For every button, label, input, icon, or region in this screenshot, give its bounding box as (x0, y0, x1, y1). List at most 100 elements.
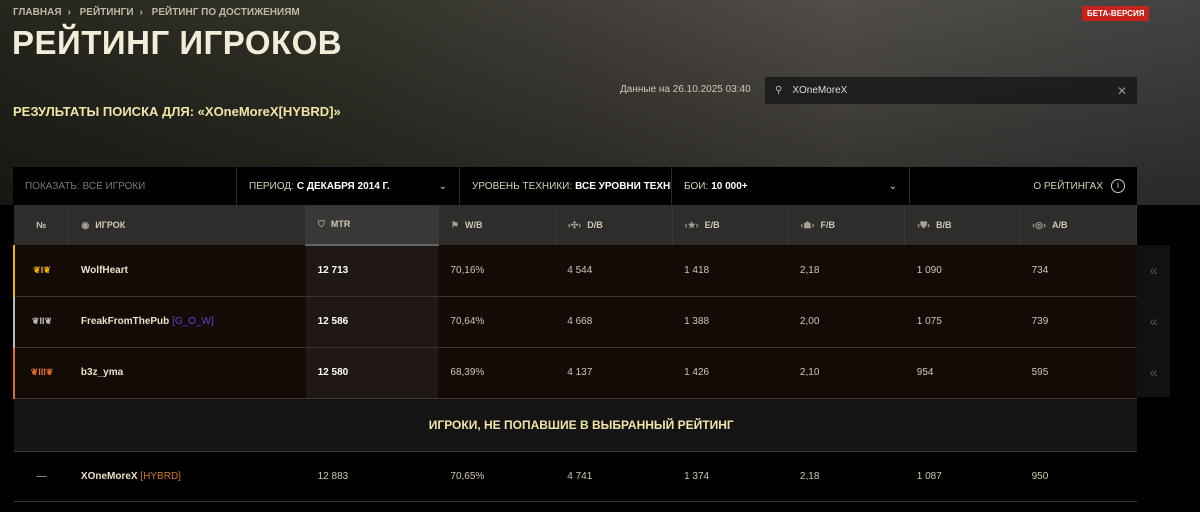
search-input[interactable]: ⚲ XOneMoreX ✕ (765, 77, 1137, 104)
col-fb[interactable]: ‹☗› F/B (787, 205, 906, 245)
col-label: MTR (330, 219, 351, 229)
col-db[interactable]: ‹✣› D/B (555, 205, 673, 245)
user-icon: ◉ (81, 219, 90, 230)
search-value[interactable]: XOneMoreX (792, 85, 847, 96)
crumb-achievements[interactable]: РЕЙТИНГ ПО ДОСТИЖЕНИЯМ (152, 7, 300, 18)
fb-cell: 2,18 (787, 451, 905, 502)
clear-icon[interactable]: ✕ (1117, 84, 1127, 98)
db-cell: 4 741 (555, 451, 673, 502)
fb-cell: 2,10 (787, 347, 905, 399)
ab-cell: 734 (1019, 245, 1137, 297)
col-eb[interactable]: ‹★› E/B (672, 205, 789, 245)
bb-cell: 1 090 (904, 245, 1020, 297)
tier-label: УРОВЕНЬ ТЕХНИКИ: (472, 180, 573, 192)
section-title: ИГРОКИ, НЕ ПОПАВШИЕ В ВЫБРАННЫЙ РЕЙТИНГ (14, 398, 1137, 452)
rank-cell: — (14, 451, 69, 502)
mtr-cell: 12 580 (305, 347, 439, 399)
player-name[interactable]: WolfHeart (81, 265, 128, 276)
search-results-title: РЕЗУЛЬТАТЫ ПОИСКА ДЛЯ: «XOneMoreX[HYBRD]… (13, 104, 341, 119)
chevron-down-icon: ⌄ (438, 180, 447, 192)
data-date: Данные на 26.10.2025 03:40 (620, 84, 751, 95)
db-cell: 4 668 (555, 296, 673, 348)
db-cell: 4 137 (555, 347, 673, 399)
expand-button[interactable]: « (1137, 347, 1170, 397)
col-label: F/B (820, 219, 835, 230)
search-icon: ⚲ (775, 85, 783, 96)
bb-cell: 1 087 (904, 451, 1020, 502)
col-label: D/B (587, 219, 603, 230)
battles-label: БОИ: (684, 180, 709, 192)
page-title: РЕЙТИНГ ИГРОКОВ (12, 24, 343, 61)
section-row: ИГРОКИ, НЕ ПОПАВШИЕ В ВЫБРАННЫЙ РЕЙТИНГ (14, 398, 1137, 452)
laurel-rank-icon: ❦I❦ (33, 264, 51, 275)
clan-tag[interactable]: [HYBRD] (140, 471, 181, 482)
mtr-cell: 12 586 (305, 296, 439, 348)
rank-cell: ❦I❦ (13, 245, 69, 297)
info-icon: i (1111, 179, 1125, 193)
filter-bar: ПОКАЗАТЬ: ВСЕ ИГРОКИ ПЕРИОД: С ДЕКАБРЯ 20… (13, 167, 1137, 205)
period-dropdown[interactable]: ПЕРИОД: С ДЕКАБРЯ 2014 Г. ⌄ (237, 167, 460, 205)
flag-icon: ⚑ (450, 219, 459, 230)
eb-cell: 1 374 (672, 451, 788, 502)
show-filter[interactable]: ПОКАЗАТЬ: ВСЕ ИГРОКИ (13, 167, 237, 205)
player-name[interactable]: FreakFromThePub (81, 316, 169, 327)
frags-icon: ‹☗› (800, 219, 815, 230)
table-row[interactable]: ❦III❦ b3z_yma 12 580 68,39% 4 137 1 426 2,10 9… (13, 347, 1137, 399)
col-label: A/B (1051, 219, 1068, 230)
crumb-home[interactable]: ГЛАВНАЯ (13, 7, 62, 18)
player-name[interactable]: XOneMoreX (81, 471, 138, 482)
target-icon: ‹◎› (1032, 219, 1046, 230)
battles-dropdown[interactable]: БОИ: 10 000+ ⌄ (672, 167, 910, 205)
player-name[interactable]: b3z_yma (81, 367, 123, 378)
chevron-down-icon: ⌄ (888, 180, 897, 192)
col-wb[interactable]: ⚑ W/B (438, 205, 556, 245)
crumb-ratings[interactable]: РЕЙТИНГИ (80, 7, 134, 18)
col-rank: № (14, 205, 70, 245)
player-cell[interactable]: WolfHeart (68, 245, 306, 297)
table-row[interactable]: ❦II❦ FreakFromThePub [G_O_W] 12 586 70,64% 4… (13, 296, 1137, 348)
player-cell[interactable]: XOneMoreX [HYBRD] (68, 451, 306, 502)
bb-cell: 1 075 (904, 296, 1020, 348)
player-cell[interactable]: FreakFromThePub [G_O_W] (68, 296, 306, 348)
eb-cell: 1 418 (672, 245, 788, 297)
breadcrumb: ГЛАВНАЯ › РЕЙТИНГИ › РЕЙТИНГ ПО ДОСТИЖЕНИЯ… (13, 7, 300, 18)
wb-cell: 68,39% (438, 347, 556, 399)
col-label: W/B (464, 219, 483, 230)
about-ratings-link[interactable]: О РЕЙТИНГАХ i (910, 167, 1137, 205)
ab-cell: 739 (1019, 296, 1137, 348)
star-icon: ‹★› (684, 219, 699, 230)
battles-value: 10 000+ (711, 180, 748, 192)
laurel-shield-icon: ⛉ (318, 219, 325, 229)
col-label: ИГРОК (95, 219, 126, 230)
about-label: О РЕЙТИНГАХ (1033, 180, 1103, 192)
col-ab[interactable]: ‹◎› A/B (1019, 205, 1137, 245)
beta-badge: БЕТА-ВЕРСИЯ (1082, 6, 1150, 21)
player-cell[interactable]: b3z_yma (68, 347, 306, 399)
table-row[interactable]: ❦I❦ WolfHeart 12 713 70,16% 4 544 1 418 2,18 1… (13, 245, 1137, 297)
fb-cell: 2,18 (787, 245, 905, 297)
eb-cell: 1 426 (672, 347, 788, 399)
period-value: С ДЕКАБРЯ 2014 Г. (296, 180, 390, 192)
expand-button[interactable]: « (1137, 296, 1170, 347)
db-cell: 4 544 (555, 245, 673, 297)
damage-icon: ‹✣› (567, 219, 582, 230)
rank-dash: — (36, 470, 47, 482)
period-label: ПЕРИОД: (249, 180, 294, 192)
laurel-rank-icon: ❦II❦ (31, 316, 53, 326)
tier-dropdown[interactable]: УРОВЕНЬ ТЕХНИКИ:ВСЕ УРОВНИ ТЕХНИК⌄ (460, 167, 672, 205)
col-label: E/B (704, 219, 720, 230)
col-label: B/B (936, 219, 952, 230)
rank-cell: ❦II❦ (13, 296, 69, 348)
rank-cell: ❦III❦ (13, 347, 69, 399)
expand-button[interactable]: « (1137, 245, 1170, 296)
mtr-cell: 12 883 (305, 451, 439, 502)
col-player[interactable]: ◉ ИГРОК (68, 205, 307, 245)
fb-cell: 2,00 (787, 296, 905, 348)
col-bb[interactable]: ‹⛊› B/B (904, 205, 1021, 245)
ab-cell: 950 (1019, 451, 1137, 502)
col-mtr[interactable]: ⛉ MTR (305, 205, 439, 246)
wb-cell: 70,64% (438, 296, 556, 348)
clan-tag[interactable]: [G_O_W] (172, 316, 214, 327)
ratings-table: № ◉ ИГРОК ⛉ MTR ⚑ W/B ‹✣› D/B ‹★› E/B ‹☗› F/B … (13, 205, 1137, 502)
table-row[interactable]: — XOneMoreX [HYBRD] 12 883 70,65% 4 741 1 374… (14, 451, 1137, 502)
